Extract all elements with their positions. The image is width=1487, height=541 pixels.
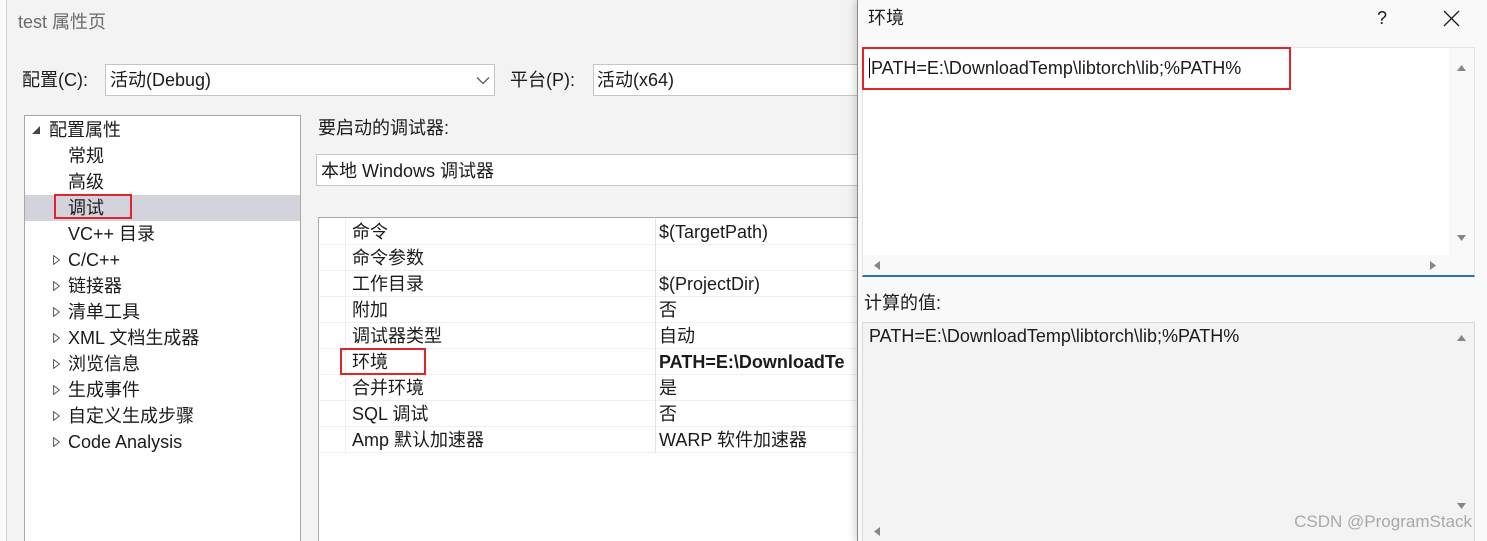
property-row-command[interactable]: 命令 $(TargetPath)	[319, 219, 878, 245]
configuration-dropdown[interactable]: 活动(Debug)	[105, 64, 495, 96]
collapsed-arrow-icon[interactable]	[53, 333, 60, 343]
property-row-merge-environment[interactable]: 合并环境 是	[319, 375, 878, 401]
tree-item-label: 配置属性	[49, 120, 121, 140]
property-row-sql-debugging[interactable]: SQL 调试 否	[319, 401, 878, 427]
scroll-up-arrow-icon[interactable]	[1457, 335, 1466, 341]
tree-item-label: 清单工具	[68, 302, 140, 322]
tree-item-advanced[interactable]: 高级	[25, 169, 300, 195]
tree-item-configuration-properties[interactable]: 配置属性	[25, 117, 300, 143]
tree-item-custom-build-step[interactable]: 自定义生成步骤	[25, 403, 300, 429]
tree-item-label: 浏览信息	[68, 354, 140, 374]
scroll-left-arrow-icon[interactable]	[874, 261, 880, 270]
tree-item-general[interactable]: 常规	[25, 143, 300, 169]
tree-item-browse-information[interactable]: 浏览信息	[25, 351, 300, 377]
property-value[interactable]: $(ProjectDir)	[659, 271, 760, 297]
tree-item-code-analysis[interactable]: Code Analysis	[25, 429, 300, 455]
close-button[interactable]	[1425, 0, 1478, 36]
tree-item-label: Code Analysis	[68, 432, 183, 452]
property-name: SQL 调试	[352, 404, 429, 424]
help-icon: ?	[1376, 8, 1387, 28]
property-name: 工作目录	[352, 274, 424, 294]
environment-edit-text[interactable]: PATH=E:\DownloadTemp\libtorch\lib;%PATH%	[871, 55, 1241, 81]
property-name: 合并环境	[352, 378, 424, 398]
expanded-arrow-icon[interactable]	[32, 126, 40, 134]
property-name: 调试器类型	[352, 326, 442, 346]
collapsed-arrow-icon[interactable]	[53, 255, 60, 265]
scroll-right-arrow-icon[interactable]	[1430, 261, 1436, 270]
scroll-left-arrow-icon[interactable]	[874, 527, 880, 536]
platform-label: 平台(P):	[510, 70, 575, 90]
environment-dialog: 环境 ? PATH=E:\DownloadTemp\libtorch\lib;%…	[857, 0, 1487, 541]
property-grid: 命令 $(TargetPath) 命令参数 工作目录 $(ProjectDir)…	[318, 217, 878, 541]
tree-item-label: 自定义生成步骤	[68, 406, 194, 426]
tree-item-label: C/C++	[68, 250, 121, 270]
tree-item-label: 高级	[68, 172, 104, 192]
property-row-debugger-type[interactable]: 调试器类型 自动	[319, 323, 878, 349]
tree-item-c-cpp[interactable]: C/C++	[25, 247, 300, 273]
property-value[interactable]: 否	[659, 401, 677, 427]
tree-item-label: 链接器	[68, 276, 122, 296]
property-tree: 配置属性 常规 高级 调试 VC++ 目录 C/C++ 链接器 清单工具 XML…	[24, 115, 301, 541]
window-left-edge	[0, 0, 7, 541]
property-row-amp-default-accelerator[interactable]: Amp 默认加速器 WARP 软件加速器	[319, 427, 878, 453]
collapsed-arrow-icon[interactable]	[53, 385, 60, 395]
tree-item-manifest-tool[interactable]: 清单工具	[25, 299, 300, 325]
tree-item-xml-document-generator[interactable]: XML 文档生成器	[25, 325, 300, 351]
tree-item-label: 调试	[68, 198, 104, 218]
property-value[interactable]: 自动	[659, 323, 695, 349]
property-name: 命令参数	[352, 248, 424, 268]
window-title: test 属性页	[18, 12, 107, 32]
grid-column-divider[interactable]	[655, 219, 656, 453]
environment-edit-box[interactable]: PATH=E:\DownloadTemp\libtorch\lib;%PATH%	[862, 47, 1475, 277]
property-row-command-arguments[interactable]: 命令参数	[319, 245, 878, 271]
property-value[interactable]: 否	[659, 297, 677, 323]
watermark: CSDN @ProgramStack	[1294, 512, 1472, 531]
collapsed-arrow-icon[interactable]	[53, 307, 60, 317]
tree-item-debugging[interactable]: 调试	[25, 195, 300, 221]
scroll-up-arrow-icon[interactable]	[1457, 65, 1466, 71]
collapsed-arrow-icon[interactable]	[53, 359, 60, 369]
platform-dropdown[interactable]: 活动(x64)	[593, 64, 893, 96]
property-name: 环境	[352, 352, 388, 372]
platform-value: 活动(x64)	[597, 70, 675, 90]
evaluated-value-label: 计算的值:	[864, 293, 942, 313]
tree-item-vc-directories[interactable]: VC++ 目录	[25, 221, 300, 247]
close-icon	[1443, 10, 1460, 27]
tree-item-label: VC++ 目录	[68, 224, 156, 244]
property-value[interactable]: $(TargetPath)	[659, 219, 768, 245]
property-value[interactable]: 是	[659, 375, 677, 401]
property-row-working-directory[interactable]: 工作目录 $(ProjectDir)	[319, 271, 878, 297]
tree-item-build-events[interactable]: 生成事件	[25, 377, 300, 403]
debugger-label: 要启动的调试器:	[318, 118, 450, 138]
collapsed-arrow-icon[interactable]	[53, 437, 60, 447]
property-row-attach[interactable]: 附加 否	[319, 297, 878, 323]
debugger-dropdown[interactable]: 本地 Windows 调试器	[316, 154, 876, 186]
tree-item-label: 常规	[68, 146, 104, 166]
chevron-down-icon	[476, 77, 490, 85]
property-name: 命令	[352, 222, 388, 242]
horizontal-scrollbar[interactable]	[863, 255, 1449, 275]
vertical-scrollbar[interactable]	[1449, 48, 1474, 255]
property-name: 附加	[352, 300, 388, 320]
evaluated-value-text: PATH=E:\DownloadTemp\libtorch\lib;%PATH%	[869, 326, 1240, 346]
property-name: Amp 默认加速器	[352, 430, 485, 450]
tree-item-label: 生成事件	[68, 380, 140, 400]
tree-item-label: XML 文档生成器	[68, 328, 200, 348]
property-value[interactable]: PATH=E:\DownloadTe	[659, 349, 845, 375]
property-row-environment[interactable]: 环境 PATH=E:\DownloadTe	[319, 349, 878, 375]
configuration-label: 配置(C):	[22, 70, 88, 90]
text-caret	[869, 58, 870, 78]
configuration-value: 活动(Debug)	[110, 70, 212, 90]
collapsed-arrow-icon[interactable]	[53, 281, 60, 291]
scroll-down-arrow-icon[interactable]	[1457, 235, 1466, 241]
debugger-value: 本地 Windows 调试器	[321, 161, 495, 181]
dialog-title: 环境	[868, 8, 904, 28]
collapsed-arrow-icon[interactable]	[53, 411, 60, 421]
help-button[interactable]: ?	[1354, 0, 1410, 36]
property-value[interactable]: WARP 软件加速器	[659, 427, 807, 453]
tree-item-linker[interactable]: 链接器	[25, 273, 300, 299]
vertical-scrollbar[interactable]	[1449, 323, 1474, 522]
scrollbar-corner	[1449, 255, 1474, 275]
